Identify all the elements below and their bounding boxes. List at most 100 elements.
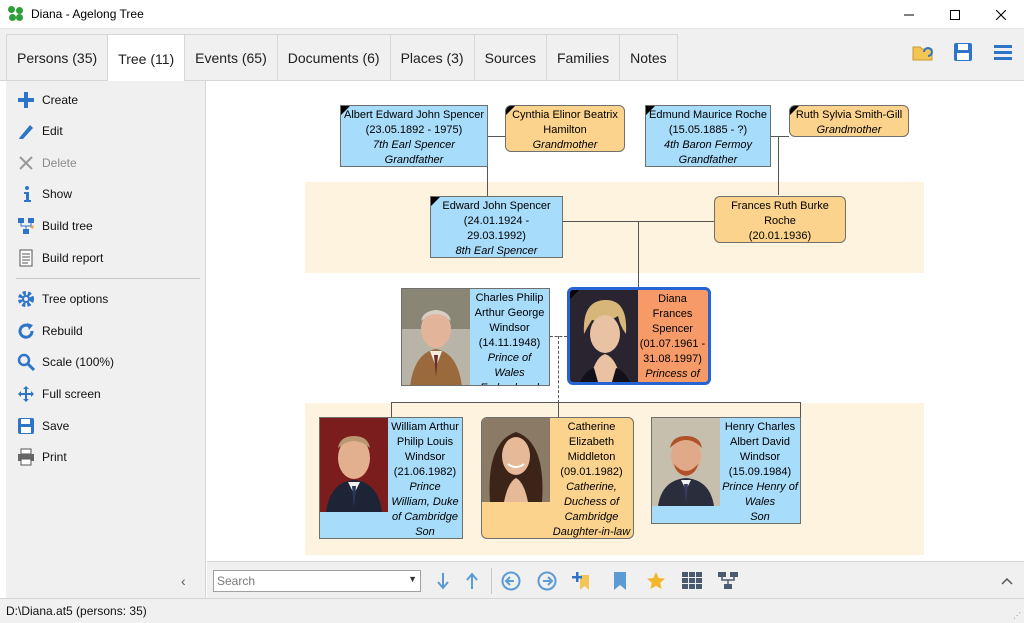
portrait-photo [320,418,388,512]
tab-documents[interactable]: Documents (6) [277,34,391,81]
person-card-ruth[interactable]: Ruth Sylvia Smith-Gill Grandmother [789,105,909,137]
person-card-henry[interactable]: Henry Charles Albert David Windsor (15.0… [651,417,801,524]
resize-grip-icon[interactable]: ⋰ [1013,611,1021,620]
person-card-catherine[interactable]: Catherine Elizabeth Middleton (09.01.198… [481,417,634,539]
circle-right-icon[interactable] [536,570,558,592]
person-dates: (23.05.1892 - 1975) [365,124,463,136]
status-text: D:\Diana.at5 (persons: 35) [6,604,147,618]
person-dates: (24.01.1924 - 29.03.1992) [463,215,530,242]
sidebar-item-label: Edit [42,124,63,138]
star-icon[interactable] [645,570,667,592]
person-name: Cynthia Elinor Beatrix Hamilton [512,109,618,136]
sidebar-item-build-report[interactable]: Build report [16,246,103,270]
person-name: Edmund Maurice Roche [648,109,767,121]
person-name: Catherine Elizabeth Middleton [567,421,616,463]
arrow-down-icon[interactable] [432,570,454,592]
minimize-button[interactable] [886,0,932,29]
person-name: Charles Philip Arthur George Windsor [474,292,545,334]
tab-sources[interactable]: Sources [474,34,547,81]
person-dates: (14.11.1948) [478,337,541,349]
magnifier-icon [16,352,36,372]
connector-line [778,136,779,195]
build-tree-icon [16,216,36,236]
sidebar-item-label: Build report [42,251,104,265]
maximize-button[interactable] [932,0,978,29]
person-card-edward[interactable]: Edward John Spencer (24.01.1924 - 29.03.… [430,196,563,258]
person-title: Prince Henry of Wales [722,481,798,508]
portrait-photo [570,290,638,382]
hamburger-menu-icon[interactable] [992,41,1014,63]
person-name: Ruth Sylvia Smith-Gill [795,109,903,121]
person-title: Princess of Wales [645,368,700,380]
tree-structure-icon[interactable] [717,570,739,592]
sidebar-item-delete[interactable]: Delete [16,151,77,175]
sidebar-item-rebuild[interactable]: Rebuild [16,319,83,343]
sidebar-item-build-tree[interactable]: Build tree [16,214,93,238]
save-icon[interactable] [952,41,974,63]
refresh-icon [16,321,36,341]
tab-places[interactable]: Places (3) [390,34,475,81]
person-dates: (01.07.1961 - 31.08.1997) [639,338,706,365]
tab-events[interactable]: Events (65) [185,34,278,81]
person-dates: (09.01.1982) [560,466,623,478]
person-name: Albert Edward John Spencer [343,109,485,121]
sidebar-item-label: Scale (100%) [42,355,115,369]
person-role: Grandmother [816,124,882,136]
person-title: 7th Earl Spencer [373,139,455,151]
person-dates: (20.01.1936) [748,230,812,242]
person-title: 4th Baron Fermoy [663,139,753,151]
grid-icon[interactable] [681,570,703,592]
search-input[interactable] [214,572,394,590]
report-icon [16,248,36,268]
close-button[interactable] [978,0,1024,29]
marriage-line [558,336,559,403]
sidebar-item-save[interactable]: Save [16,414,69,438]
sidebar: Create Edit Delete Show Build tree Build… [6,81,206,598]
chevron-down-icon[interactable]: ▼ [408,574,417,584]
portrait-photo [482,418,550,502]
window-title: Diana - Agelong Tree [31,7,144,21]
person-name: William Arthur Philip Louis Windsor [391,421,459,463]
open-folder-icon[interactable] [912,41,934,63]
circle-left-icon[interactable] [500,570,522,592]
sidebar-item-scale[interactable]: Scale (100%) [16,350,114,374]
title-bar: Diana - Agelong Tree [0,0,1024,29]
person-card-diana[interactable]: Diana Frances Spencer (01.07.1961 - 31.0… [567,287,711,385]
tab-families[interactable]: Families [546,34,621,81]
sidebar-item-full-screen[interactable]: Full screen [16,382,101,406]
sidebar-item-show[interactable]: Show [16,182,72,206]
chevron-up-icon[interactable] [996,570,1018,592]
collapse-sidebar-button[interactable]: ‹ [181,573,186,589]
person-card-edmund[interactable]: Edmund Maurice Roche (15.05.1885 - ?) 4t… [645,105,771,167]
search-combobox[interactable]: ▼ [213,570,421,592]
sidebar-item-tree-options[interactable]: Tree options [16,287,108,311]
person-role: Grandfather [678,154,738,166]
tab-persons[interactable]: Persons (35) [6,34,109,81]
sidebar-item-edit[interactable]: Edit [16,119,63,143]
sidebar-item-print[interactable]: Print [16,445,67,469]
person-dates: (15.05.1885 - ?) [668,124,748,136]
person-card-albert[interactable]: Albert Edward John Spencer (23.05.1892 -… [340,105,488,167]
bottom-toolbar: ▼ [207,561,1024,598]
fullscreen-icon [16,384,36,404]
person-card-william[interactable]: William Arthur Philip Louis Windsor (21.… [319,417,463,539]
person-role: Grandfather [384,154,444,166]
add-bookmark-icon[interactable] [571,570,593,592]
person-name: Edward John Spencer [442,200,551,212]
sidebar-item-create[interactable]: Create [16,88,78,112]
person-card-frances[interactable]: Frances Ruth Burke Roche (20.01.1936) Mo… [714,196,846,243]
tab-notes[interactable]: Notes [620,34,678,81]
gear-icon [16,289,36,309]
tab-tree[interactable]: Tree (11) [108,34,186,82]
arrow-up-icon[interactable] [461,570,483,592]
bookmark-icon[interactable] [609,570,631,592]
person-card-cynthia[interactable]: Cynthia Elinor Beatrix Hamilton Grandmot… [505,105,625,152]
sidebar-item-label: Full screen [42,387,101,401]
person-title: Prince William, Duke of Cambridge [391,481,459,523]
connector-line [800,402,801,417]
connector-line [487,136,506,137]
person-card-charles[interactable]: Charles Philip Arthur George Windsor (14… [401,288,550,386]
tab-bar: Persons (35) Tree (11) Events (65) Docum… [0,29,1024,82]
sidebar-divider [16,278,200,279]
connector-line [391,402,392,417]
